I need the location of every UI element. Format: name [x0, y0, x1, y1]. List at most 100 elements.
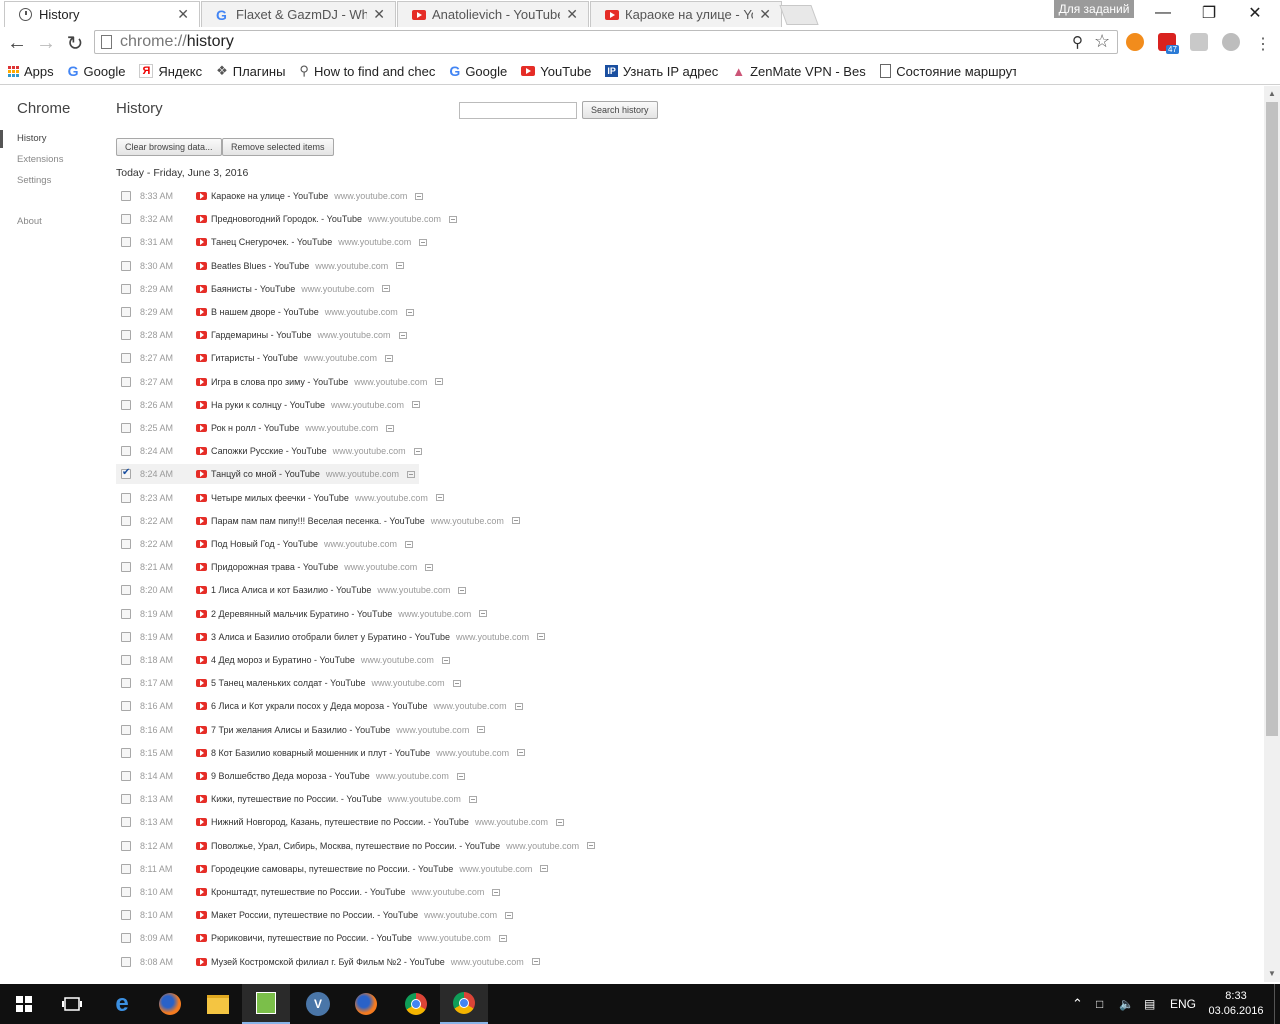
- firefox-icon[interactable]: [146, 984, 194, 1024]
- entry-checkbox[interactable]: [121, 283, 131, 294]
- history-entry[interactable]: 8:16 AM 6 Лиса и Кот украли посох у Деда …: [116, 696, 523, 716]
- chrome-icon[interactable]: [392, 984, 440, 1024]
- history-entry[interactable]: 8:12 AM Поволжье, Урал, Сибирь, Москва, п…: [116, 836, 596, 856]
- entry-menu-icon[interactable]: [419, 238, 428, 246]
- edge-icon[interactable]: e: [98, 984, 146, 1024]
- entry-title-link[interactable]: 5 Танец маленьких солдат - YouTube: [211, 678, 366, 688]
- entry-checkbox[interactable]: [121, 608, 131, 619]
- entry-checkbox[interactable]: [121, 655, 131, 665]
- sidebar-item-about[interactable]: About: [17, 216, 42, 227]
- entry-menu-icon[interactable]: [505, 911, 514, 919]
- entry-title-link[interactable]: Макет России, путешествие по России. - Y…: [211, 910, 418, 920]
- entry-menu-icon[interactable]: [517, 749, 526, 757]
- bookmark-youtube[interactable]: YouTube: [521, 64, 591, 79]
- entry-menu-icon[interactable]: [405, 540, 414, 548]
- entry-title-link[interactable]: На руки к солнцу - YouTube: [211, 400, 325, 410]
- history-entry[interactable]: 8:32 AM Предновогодний Городок. - YouTube…: [116, 209, 458, 229]
- entry-checkbox[interactable]: [121, 307, 131, 317]
- tab-karaoke[interactable]: Караоке на улице - YouT ✕: [590, 1, 782, 27]
- entry-title-link[interactable]: Поволжье, Урал, Сибирь, Москва, путешест…: [211, 841, 500, 851]
- entry-checkbox[interactable]: [121, 817, 131, 828]
- window-close-icon[interactable]: ✕: [1232, 0, 1278, 26]
- scrollbar-thumb[interactable]: [1266, 102, 1278, 736]
- history-entry[interactable]: 8:19 AM 3 Алиса и Базилио отобрали билет …: [116, 627, 546, 647]
- bookmark-google[interactable]: G Google: [68, 64, 126, 79]
- history-entry[interactable]: 8:22 AM Под Новый Год - YouTube www.youtub…: [116, 534, 414, 554]
- entry-title-link[interactable]: Парам пам пам пипу!!! Веселая песенка. -…: [211, 516, 425, 526]
- entry-menu-icon[interactable]: [452, 679, 461, 687]
- entry-checkbox[interactable]: [121, 446, 131, 457]
- history-entry[interactable]: 8:17 AM 5 Танец маленьких солдат - YouTub…: [116, 673, 461, 693]
- entry-title-link[interactable]: Рок н ролл - YouTube: [211, 423, 299, 433]
- globe-extension-icon[interactable]: [1222, 33, 1240, 51]
- tab-anatolievich[interactable]: Anatolievich - YouTube ✕: [397, 1, 589, 27]
- entry-menu-icon[interactable]: [587, 842, 596, 850]
- entry-title-link[interactable]: Предновогодний Городок. - YouTube: [211, 214, 362, 224]
- entry-title-link[interactable]: Караоке на улице - YouTube: [211, 191, 328, 201]
- history-entry[interactable]: 8:29 AM В нашем дворе - YouTube www.youtub…: [116, 302, 414, 322]
- bookmark-zenmate[interactable]: ▲ ZenMate VPN - Best C: [732, 64, 866, 79]
- entry-menu-icon[interactable]: [386, 424, 395, 432]
- entry-menu-icon[interactable]: [441, 656, 450, 664]
- history-entry[interactable]: 8:30 AM Beatles Blues - YouTube www.youtub…: [116, 256, 405, 276]
- entry-checkbox[interactable]: [121, 467, 131, 480]
- tab-flaxet[interactable]: G Flaxet & GazmDJ - White ✕: [201, 1, 396, 27]
- entry-title-link[interactable]: Четыре милых феечки - YouTube: [211, 493, 349, 503]
- history-entry[interactable]: 8:10 AM Кронштадт, путешествие по России.…: [116, 882, 501, 902]
- entry-title-link[interactable]: Нижний Новгород, Казань, путешествие по …: [211, 817, 469, 827]
- address-bar[interactable]: chrome://history: [94, 30, 1118, 54]
- entry-title-link[interactable]: Музей Костромской филиал г. Буй Фильм №2…: [211, 957, 445, 967]
- dollar-extension-icon[interactable]: [1126, 33, 1144, 51]
- entry-menu-icon[interactable]: [479, 610, 488, 618]
- entry-checkbox[interactable]: [121, 724, 131, 735]
- new-tab-button[interactable]: [779, 5, 819, 25]
- entry-menu-icon[interactable]: [435, 494, 444, 502]
- entry-menu-icon[interactable]: [514, 702, 523, 710]
- history-entry[interactable]: 8:33 AM Караоке на улице - YouTube www.you…: [116, 186, 424, 206]
- entry-checkbox[interactable]: [121, 423, 131, 433]
- remove-selected-button[interactable]: Remove selected items: [222, 138, 334, 156]
- history-entry[interactable]: 8:23 AM Четыре милых феечки - YouTube www.…: [116, 488, 444, 508]
- shield-extension-icon[interactable]: [1190, 33, 1208, 51]
- entry-checkbox[interactable]: [121, 840, 131, 851]
- history-entry[interactable]: 8:28 AM Гардемарины - YouTube www.youtube.…: [116, 325, 407, 345]
- bookmark-ip[interactable]: IP Узнать IP адрес: [605, 64, 718, 79]
- entry-title-link[interactable]: 4 Дед мороз и Буратино - YouTube: [211, 655, 355, 665]
- restore-icon[interactable]: ❐: [1186, 0, 1232, 26]
- entry-menu-icon[interactable]: [425, 563, 434, 571]
- entry-checkbox[interactable]: [121, 562, 131, 573]
- entry-menu-icon[interactable]: [492, 888, 501, 896]
- entry-title-link[interactable]: 9 Волшебство Деда мороза - YouTube: [211, 771, 370, 781]
- history-entry[interactable]: 8:29 AM Баянисты - YouTube www.youtube.com: [116, 279, 391, 299]
- history-entry[interactable]: 8:20 AM 1 Лиса Алиса и кот Базилио - YouT…: [116, 580, 467, 600]
- volume-icon[interactable]: 🔈: [1119, 984, 1134, 1024]
- chrome-canary-icon[interactable]: [440, 984, 488, 1024]
- entry-title-link[interactable]: Придорожная трава - YouTube: [211, 562, 338, 572]
- entry-menu-icon[interactable]: [468, 795, 477, 803]
- clear-browsing-data-button[interactable]: Clear browsing data...: [116, 138, 222, 156]
- file-explorer-icon[interactable]: [194, 984, 242, 1024]
- entry-menu-icon[interactable]: [406, 470, 415, 478]
- entry-checkbox[interactable]: [121, 794, 131, 805]
- back-icon[interactable]: ←: [5, 31, 29, 55]
- close-icon[interactable]: ✕: [373, 6, 385, 23]
- entry-title-link[interactable]: 2 Деревянный мальчик Буратино - YouTube: [211, 609, 392, 619]
- entry-checkbox[interactable]: [121, 330, 131, 341]
- scroll-down-icon[interactable]: ▼: [1264, 968, 1280, 980]
- entry-checkbox[interactable]: [121, 539, 131, 549]
- history-entry[interactable]: 8:14 AM 9 Волшебство Деда мороза - YouTub…: [116, 766, 465, 786]
- entry-menu-icon[interactable]: [413, 447, 422, 455]
- entry-menu-icon[interactable]: [458, 586, 467, 594]
- entry-checkbox[interactable]: [121, 399, 131, 410]
- entry-title-link[interactable]: Гитаристы - YouTube: [211, 353, 298, 363]
- entry-checkbox[interactable]: [121, 376, 131, 387]
- close-icon[interactable]: ✕: [566, 6, 578, 23]
- bookmark-apps[interactable]: Apps: [8, 64, 54, 79]
- clock[interactable]: 8:33 03.06.2016: [1206, 984, 1266, 1024]
- profile-badge[interactable]: Для заданий: [1054, 0, 1134, 18]
- entry-menu-icon[interactable]: [511, 517, 520, 525]
- entry-menu-icon[interactable]: [384, 354, 393, 362]
- reload-icon[interactable]: ↻: [63, 31, 87, 55]
- entry-menu-icon[interactable]: [398, 331, 407, 339]
- entry-title-link[interactable]: Кронштадт, путешествие по России. - YouT…: [211, 887, 405, 897]
